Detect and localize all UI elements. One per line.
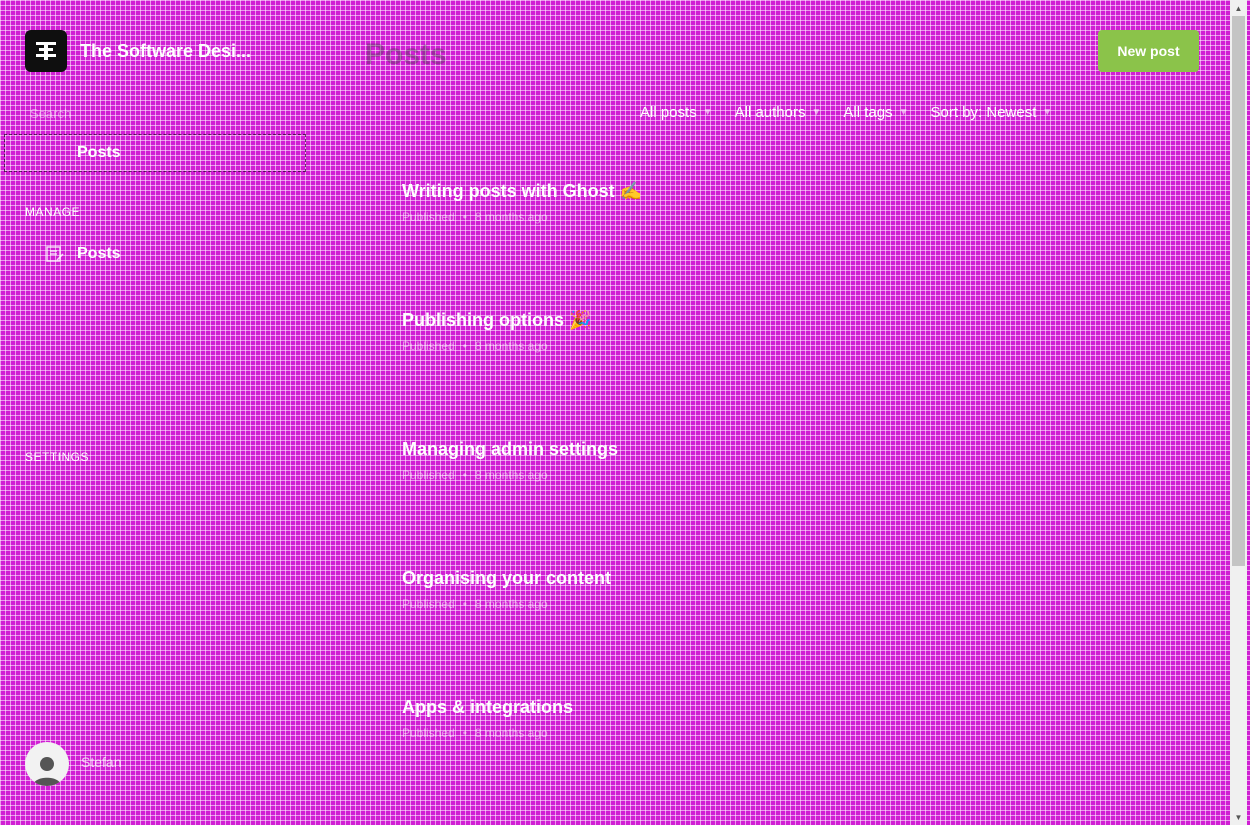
list-item[interactable]: Publishing options 🎉 Published • 8 months … [402,310,1102,353]
user-name: Stefan [81,754,122,770]
page-title: Posts [365,38,447,71]
manage-heading: MANAGE [25,205,81,219]
list-item[interactable]: Apps & integrations Published • 8 months a… [402,697,1102,740]
avatar [25,742,69,786]
site-name: The Software Desi... [80,40,252,61]
post-meta: Published • 8 months ago [402,597,548,611]
user-info: Stefan [81,754,121,774]
new-post-button[interactable]: New post [1098,30,1199,72]
chevron-down-icon: ▼ [898,107,909,118]
post-status: Published [402,468,455,482]
scroll-up-icon[interactable]: ▲ [1230,0,1247,16]
site-logo-icon [25,30,67,72]
filter-tags[interactable]: All tags ▼ [843,104,908,121]
post-time: 8 months ago [474,597,548,611]
settings-heading: SETTINGS [25,450,90,464]
post-status: Published [402,726,455,740]
post-title: Writing posts with Ghost ✍️ [402,181,643,201]
post-title: Organising your content [402,568,612,588]
sidebar: The Software Desi... Search Posts MANAGE… [0,0,330,825]
post-title: Managing admin settings [402,439,619,459]
filter-sort[interactable]: Sort by: Newest ▼ [931,104,1053,121]
filter-author[interactable]: All authors ▼ [735,104,822,121]
filter-post-type-label: All posts [640,104,697,121]
manage-posts-label: Posts [77,245,121,262]
nav-item-posts-selected[interactable]: Posts [4,134,306,172]
post-title: Publishing options 🎉 [402,310,592,330]
scrollbar-thumb[interactable] [1232,16,1245,566]
nav-item-posts[interactable]: Posts [45,244,121,264]
filter-author-label: All authors [734,104,806,121]
scroll-down-icon[interactable]: ▼ [1230,809,1247,825]
post-status: Published [402,339,455,353]
posts-label: Posts [77,144,121,161]
chevron-down-icon: ▼ [811,107,822,118]
filter-bar: All posts ▼ All authors ▼ All tags ▼ Sor… [640,104,1074,121]
scrollbar[interactable]: ▲ ▼ [1230,0,1247,825]
list-item[interactable]: Writing posts with Ghost ✍️ Published • 8 … [402,181,1102,224]
filter-sort-label: Sort by: Newest [930,104,1037,121]
post-meta: Published • 8 months ago [402,339,548,353]
post-status: Published [402,210,455,224]
post-meta: Published • 8 months ago [402,726,548,740]
post-title: Apps & integrations [402,697,574,717]
site-brand[interactable]: The Software Desi... [25,30,251,72]
post-meta: Published • 8 months ago [402,468,548,482]
list-item[interactable]: Organising your content Published • 8 mont… [402,568,1102,611]
post-status: Published [402,597,455,611]
filter-post-type[interactable]: All posts ▼ [640,104,713,121]
posts-icon [45,244,65,264]
post-time: 8 months ago [474,726,548,740]
user-icon [33,757,61,786]
chevron-down-icon: ▼ [1042,107,1053,118]
search-link[interactable]: Search [30,106,71,121]
chevron-down-icon: ▼ [702,107,713,118]
filter-tags-label: All tags [843,104,893,121]
post-time: 8 months ago [474,339,548,353]
list-item[interactable]: Managing admin settings Published • 8 mont… [402,439,1102,482]
post-meta: Published • 8 months ago [402,210,548,224]
post-time: 8 months ago [474,468,548,482]
user-menu[interactable]: Stefan [25,742,121,786]
post-time: 8 months ago [474,210,548,224]
